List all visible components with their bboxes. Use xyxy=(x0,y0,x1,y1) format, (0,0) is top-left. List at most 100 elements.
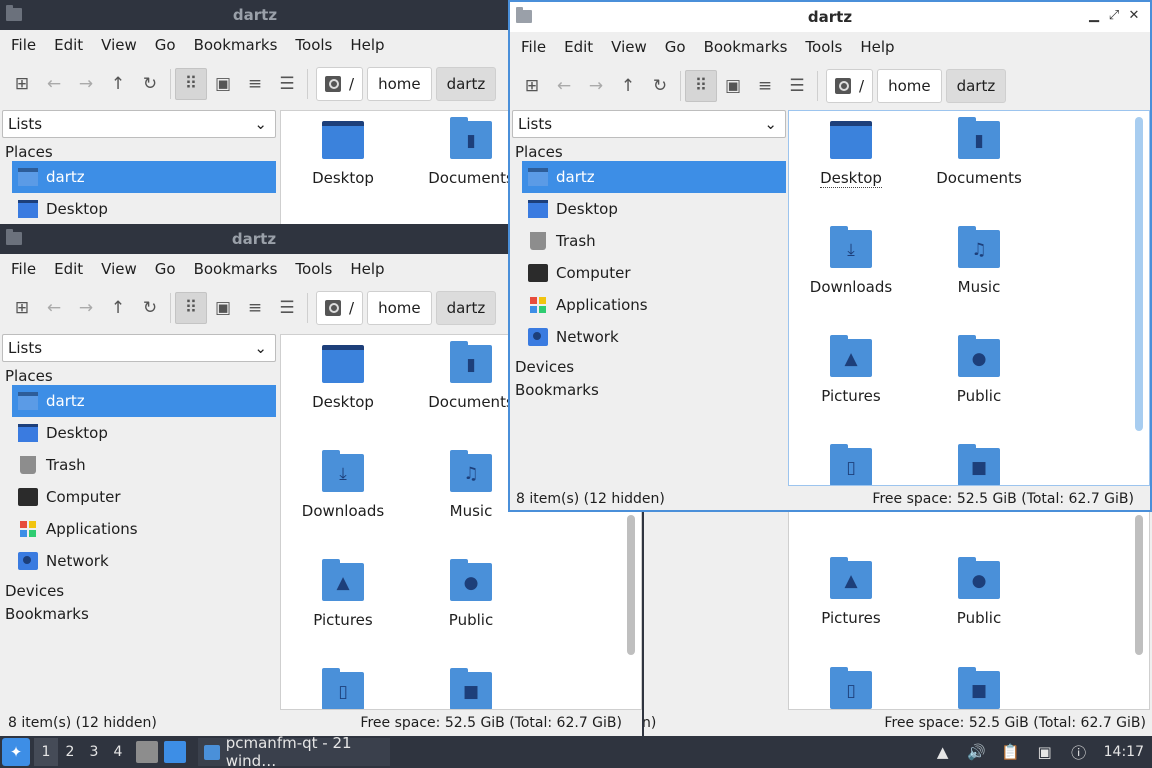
bookmarks-header[interactable]: Bookmarks xyxy=(512,376,786,399)
back-arrow-icon[interactable]: ← xyxy=(548,70,580,102)
thumbnail-view-icon[interactable]: ▣ xyxy=(717,70,749,102)
reload-icon[interactable]: ↻ xyxy=(644,70,676,102)
menu-help[interactable]: Help xyxy=(341,260,393,278)
menu-bookmarks[interactable]: Bookmarks xyxy=(185,36,287,54)
tray-arrow-icon[interactable]: ▲ xyxy=(932,741,954,763)
forward-arrow-icon[interactable]: → xyxy=(70,68,102,100)
file-item-pictures[interactable]: ▲ Pictures xyxy=(791,335,911,405)
file-item-documents[interactable]: ▮ Documents xyxy=(411,117,510,187)
start-menu-icon[interactable]: ✦ xyxy=(2,738,30,766)
path-root-button[interactable]: / xyxy=(316,291,364,325)
file-item-music[interactable]: ♫ Music xyxy=(919,226,1039,296)
places-header[interactable]: Places xyxy=(512,138,786,161)
place-computer[interactable]: Computer xyxy=(512,257,786,289)
devices-header[interactable]: Devices xyxy=(2,577,276,600)
menu-view[interactable]: View xyxy=(602,38,656,56)
place-network[interactable]: Network xyxy=(2,545,276,577)
compact-view-icon[interactable]: ≡ xyxy=(239,68,271,100)
notification-icon[interactable]: ⓘ xyxy=(1068,741,1090,763)
file-item-pictures[interactable]: ▲ Pictures xyxy=(283,559,403,629)
place-dartz[interactable]: dartz xyxy=(522,161,786,193)
reload-icon[interactable]: ↻ xyxy=(134,68,166,100)
desktop-switch-1[interactable]: 1 xyxy=(34,738,58,766)
place-desktop[interactable]: Desktop xyxy=(2,193,276,224)
path-dartz-button[interactable]: dartz xyxy=(435,291,497,325)
place-desktop[interactable]: Desktop xyxy=(512,193,786,225)
path-home-button[interactable]: home xyxy=(367,291,432,325)
file-item-videos[interactable]: ■ xyxy=(919,444,1039,485)
menu-edit[interactable]: Edit xyxy=(45,260,92,278)
compact-view-icon[interactable]: ≡ xyxy=(749,70,781,102)
file-item-pictures[interactable]: ▲ Pictures xyxy=(791,557,911,627)
file-item-videos[interactable]: ■ xyxy=(411,668,531,709)
file-manager-window-back[interactable]: dartz File Edit View Go Bookmarks Tools … xyxy=(0,0,510,224)
file-manager-window-active[interactable]: dartz ▁ ⤢ ✕ File Edit View Go Bookmarks … xyxy=(508,0,1152,512)
grid-view-icon[interactable]: ⠿ xyxy=(175,68,207,100)
thumbnail-view-icon[interactable]: ▣ xyxy=(207,68,239,100)
menu-bookmarks[interactable]: Bookmarks xyxy=(695,38,797,56)
menu-file[interactable]: File xyxy=(512,38,555,56)
menu-file[interactable]: File xyxy=(2,260,45,278)
vertical-scrollbar[interactable] xyxy=(1135,515,1143,655)
title-bar[interactable]: dartz xyxy=(0,0,510,30)
place-trash[interactable]: Trash xyxy=(512,225,786,257)
clipboard-icon[interactable]: 📋 xyxy=(1000,741,1022,763)
file-item-desktop[interactable]: Desktop xyxy=(283,121,403,187)
place-dartz[interactable]: dartz xyxy=(12,161,276,193)
side-pane-mode-combo[interactable]: Lists ⌄ xyxy=(2,334,276,362)
menu-bookmarks[interactable]: Bookmarks xyxy=(185,260,287,278)
path-root-button[interactable]: / xyxy=(826,69,874,103)
devices-header[interactable]: Devices xyxy=(512,353,786,376)
show-desktop-icon[interactable] xyxy=(164,741,186,763)
desktop-switch-3[interactable]: 3 xyxy=(82,738,106,766)
path-dartz-button[interactable]: dartz xyxy=(435,67,497,101)
place-desktop[interactable]: Desktop xyxy=(2,417,276,449)
file-item-documents[interactable]: ▮ Documents xyxy=(919,117,1039,187)
place-applications[interactable]: Applications xyxy=(512,289,786,321)
file-item-public[interactable]: ● Public xyxy=(411,559,531,629)
path-dartz-button[interactable]: dartz xyxy=(945,69,1007,103)
file-item-public[interactable]: ● Public xyxy=(919,335,1039,405)
new-tab-icon[interactable]: ⊞ xyxy=(6,68,38,100)
menu-go[interactable]: Go xyxy=(656,38,695,56)
vertical-scrollbar[interactable] xyxy=(627,515,635,655)
forward-arrow-icon[interactable]: → xyxy=(70,292,102,324)
reload-icon[interactable]: ↻ xyxy=(134,292,166,324)
place-network[interactable]: Network xyxy=(512,321,786,353)
file-item-desktop[interactable]: Desktop xyxy=(791,121,911,188)
network-icon[interactable]: ▣ xyxy=(1034,741,1056,763)
forward-arrow-icon[interactable]: → xyxy=(580,70,612,102)
menu-edit[interactable]: Edit xyxy=(45,36,92,54)
grid-view-icon[interactable]: ⠿ xyxy=(175,292,207,324)
file-item-desktop[interactable]: Desktop xyxy=(283,345,403,411)
file-item-templates[interactable]: ▯ xyxy=(283,668,403,709)
clock[interactable]: 14:17 xyxy=(1104,744,1144,760)
menu-edit[interactable]: Edit xyxy=(555,38,602,56)
places-header[interactable]: Places xyxy=(2,138,276,161)
file-item-downloads[interactable]: ⤓ Downloads xyxy=(283,450,403,520)
file-view[interactable]: Desktop ▮ Documents ⤓ Downloads ♫ Music ▲ Pi… xyxy=(788,110,1150,486)
up-arrow-icon[interactable]: ↑ xyxy=(102,68,134,100)
desktop-switch-4[interactable]: 4 xyxy=(106,738,130,766)
path-home-button[interactable]: home xyxy=(877,69,942,103)
menu-go[interactable]: Go xyxy=(146,260,185,278)
menu-view[interactable]: View xyxy=(92,36,146,54)
close-icon[interactable]: ✕ xyxy=(1126,8,1142,23)
file-item-public[interactable]: ● Public xyxy=(919,557,1039,627)
file-view[interactable]: ▲ Pictures ● Public ▯ ■ xyxy=(788,510,1150,710)
menu-tools[interactable]: Tools xyxy=(286,36,341,54)
new-tab-icon[interactable]: ⊞ xyxy=(516,70,548,102)
side-pane-mode-combo[interactable]: Lists ⌄ xyxy=(512,110,786,138)
place-trash[interactable]: Trash xyxy=(2,449,276,481)
up-arrow-icon[interactable]: ↑ xyxy=(102,292,134,324)
detail-list-icon[interactable]: ☰ xyxy=(271,292,303,324)
path-root-button[interactable]: / xyxy=(316,67,364,101)
path-home-button[interactable]: home xyxy=(367,67,432,101)
menu-help[interactable]: Help xyxy=(851,38,903,56)
file-item-templates[interactable]: ▯ xyxy=(791,667,911,709)
maximize-icon[interactable]: ⤢ xyxy=(1106,8,1122,23)
detail-list-icon[interactable]: ☰ xyxy=(781,70,813,102)
title-bar[interactable]: dartz ▁ ⤢ ✕ xyxy=(510,2,1150,32)
place-computer[interactable]: Computer xyxy=(2,481,276,513)
back-arrow-icon[interactable]: ← xyxy=(38,68,70,100)
